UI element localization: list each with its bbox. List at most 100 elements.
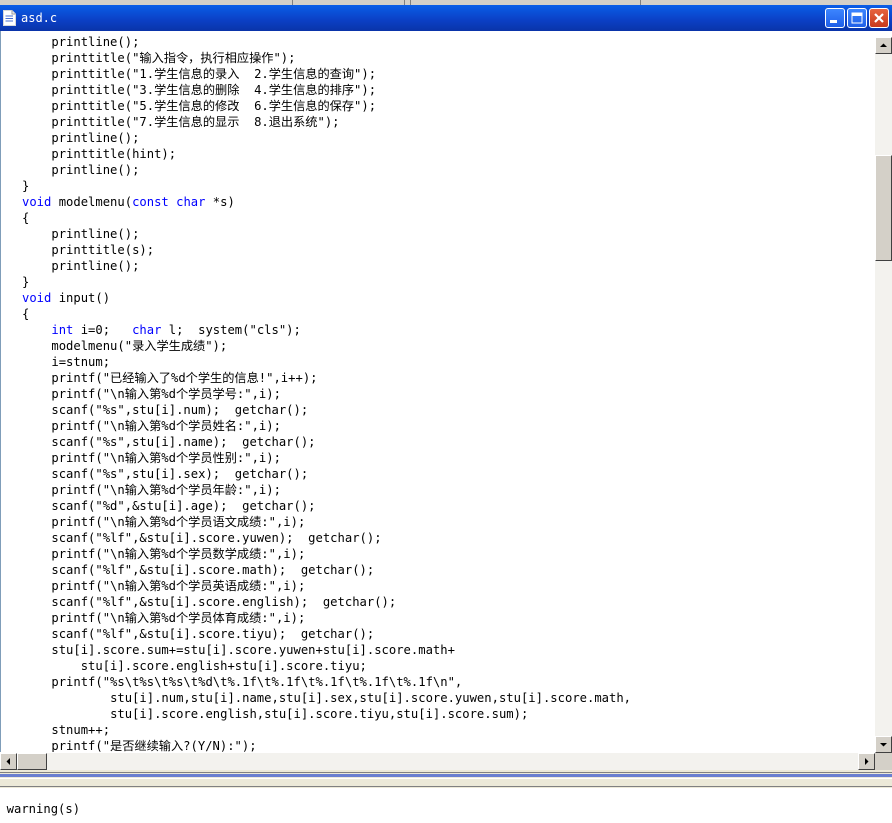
- keyword-token: char: [132, 323, 162, 337]
- code-token: printline();: [51, 227, 140, 241]
- code-line: printtitle(hint);: [22, 146, 631, 162]
- title-bar[interactable]: asd.c: [0, 5, 892, 31]
- code-line: scanf("%lf",&stu[i].score.math); getchar…: [22, 562, 631, 578]
- code-line: printf("\n输入第%d个学员英语成绩:",i);: [22, 578, 631, 594]
- code-line: {: [22, 210, 631, 226]
- code-line: void modelmenu(const char *s): [22, 194, 631, 210]
- code-token: modelmenu("录入学生成绩");: [51, 339, 228, 353]
- code-line: scanf("%s",stu[i].name); getchar();: [22, 434, 631, 450]
- code-token: printf("已经输入了%d个学生的信息!",i++);: [51, 371, 318, 385]
- scroll-up-button[interactable]: [875, 37, 892, 54]
- keyword-token: void: [22, 291, 52, 305]
- code-line: scanf("%lf",&stu[i].score.english); getc…: [22, 594, 631, 610]
- code-token: printf("\n输入第%d个学员语文成绩:",i);: [51, 515, 306, 529]
- code-token: printf("\n输入第%d个学员姓名:",i);: [51, 419, 281, 433]
- code-line: scanf("%d",&stu[i].age); getchar();: [22, 498, 631, 514]
- scroll-down-button[interactable]: [875, 736, 892, 753]
- scroll-left-button[interactable]: [0, 753, 17, 770]
- code-line: printline();: [22, 162, 631, 178]
- code-token: printtitle(hint);: [51, 147, 177, 161]
- code-line: stu[i].score.english,stu[i].score.tiyu,s…: [22, 706, 631, 722]
- code-line: printline();: [22, 226, 631, 242]
- code-line: scanf("%lf",&stu[i].score.tiyu); getchar…: [22, 626, 631, 642]
- code-token: }: [22, 275, 30, 289]
- code-token: stnum++;: [51, 723, 111, 737]
- horizontal-scrollbar[interactable]: [0, 753, 875, 770]
- code-line: scanf("%s",stu[i].sex); getchar();: [22, 466, 631, 482]
- code-token: input(): [51, 291, 111, 305]
- code-token: {: [22, 307, 30, 321]
- close-button[interactable]: [869, 8, 889, 28]
- code-token: i=0;: [73, 323, 133, 337]
- code-line: printf("\n输入第%d个学员姓名:",i);: [22, 418, 631, 434]
- code-line: stu[i].score.sum+=stu[i].score.yuwen+stu…: [22, 642, 631, 658]
- document-icon: [3, 10, 16, 26]
- keyword-token: char: [176, 195, 206, 209]
- code-line: printf("\n输入第%d个学员数学成绩:",i);: [22, 546, 631, 562]
- build-output-text: 0 warning(s): [0, 802, 81, 816]
- horizontal-scroll-thumb[interactable]: [17, 753, 47, 770]
- pane-splitter[interactable]: [0, 770, 892, 788]
- code-token: printf("\n输入第%d个学员体育成绩:",i);: [51, 611, 306, 625]
- code-line: printf("是否继续输入?(Y/N):");: [22, 738, 631, 752]
- code-token: i=stnum;: [51, 355, 111, 369]
- code-token: printf("\n输入第%d个学员性别:",i);: [51, 451, 281, 465]
- code-editor[interactable]: printline(); printtitle("输入指令，执行相应操作"); …: [0, 31, 875, 752]
- code-token: stu[i].score.english,stu[i].score.tiyu,s…: [110, 707, 529, 721]
- maximize-button[interactable]: [847, 8, 867, 28]
- code-line: printtitle("输入指令，执行相应操作");: [22, 50, 631, 66]
- maximize-icon: [851, 12, 863, 24]
- code-token: printtitle("1.学生信息的录入 2.学生信息的查询");: [51, 67, 377, 81]
- code-token: printtitle(s);: [51, 243, 155, 257]
- code-token: printf("\n输入第%d个学员数学成绩:",i);: [51, 547, 306, 561]
- keyword-token: int: [51, 323, 74, 337]
- output-pane[interactable]: 0 warning(s): [0, 788, 892, 823]
- code-token: printline();: [51, 163, 140, 177]
- code-token: {: [22, 211, 30, 225]
- vertical-scroll-thumb[interactable]: [875, 155, 892, 261]
- scroll-right-button[interactable]: [858, 753, 875, 770]
- code-line: modelmenu("录入学生成绩");: [22, 338, 631, 354]
- arrow-right-icon: [865, 758, 869, 765]
- code-line: scanf("%lf",&stu[i].score.yuwen); getcha…: [22, 530, 631, 546]
- code-line: printtitle("3.学生信息的删除 4.学生信息的排序");: [22, 82, 631, 98]
- code-line: printtitle("5.学生信息的修改 6.学生信息的保存");: [22, 98, 631, 114]
- code-line: printf("\n输入第%d个学员年龄:",i);: [22, 482, 631, 498]
- minimize-button[interactable]: [825, 8, 845, 28]
- code-line: int i=0; char l; system("cls");: [22, 322, 631, 338]
- code-line: stu[i].num,stu[i].name,stu[i].sex,stu[i]…: [22, 690, 631, 706]
- code-token: printtitle("输入指令，执行相应操作");: [51, 51, 296, 65]
- vertical-scrollbar[interactable]: [875, 37, 892, 753]
- code-token: scanf("%s",stu[i].name); getchar();: [51, 435, 316, 449]
- code-token: l; system("cls");: [161, 323, 301, 337]
- arrow-left-icon: [6, 758, 10, 765]
- code-token: stu[i].score.english+stu[i].score.tiyu;: [80, 659, 367, 673]
- code-line: printtitle(s);: [22, 242, 631, 258]
- code-line: stu[i].score.english+stu[i].score.tiyu;: [22, 658, 631, 674]
- code-token: scanf("%d",&stu[i].age); getchar();: [51, 499, 316, 513]
- code-line: printline();: [22, 130, 631, 146]
- code-line: printtitle("7.学生信息的显示 8.退出系统");: [22, 114, 631, 130]
- code-lines: printline(); printtitle("输入指令，执行相应操作"); …: [22, 34, 631, 752]
